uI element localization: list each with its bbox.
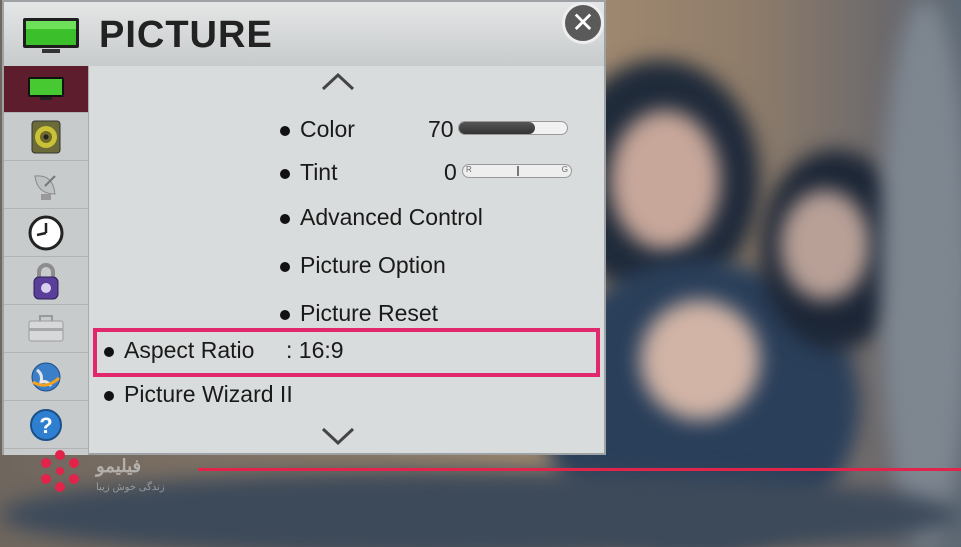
menu-item-advanced-control[interactable]: Advanced Control [280, 204, 483, 231]
menu-item-picture-wizard[interactable]: Picture Wizard II [104, 381, 293, 408]
filimo-logo-icon [41, 450, 79, 492]
tint-slider-marker [517, 166, 519, 176]
color-value: 70 [428, 116, 454, 142]
chevron-down-icon[interactable] [320, 426, 356, 448]
color-slider[interactable] [458, 121, 568, 135]
sidebar-item-lock[interactable] [4, 258, 88, 305]
speaker-icon [31, 120, 61, 154]
category-sidebar: ? [4, 66, 89, 455]
tv-icon [23, 18, 79, 53]
satellite-dish-icon [34, 175, 56, 200]
watermark-tagline: زندگی خوش زیبا [96, 482, 165, 493]
tint-slider[interactable]: R G [462, 164, 572, 178]
svg-text:?: ? [39, 413, 52, 438]
menu-item-picture-option[interactable]: Picture Option [280, 252, 446, 279]
sidebar-item-channel[interactable] [4, 162, 88, 209]
tint-value: 0 [444, 159, 457, 185]
tint-red-label: R [466, 165, 472, 174]
aspect-ratio-value: : 16:9 [286, 337, 344, 363]
close-button[interactable]: ✕ [562, 2, 604, 44]
sidebar-item-network[interactable] [4, 354, 88, 401]
sidebar-item-time[interactable] [4, 210, 88, 257]
menu-header: PICTURE ✕ [4, 2, 604, 66]
tv-icon [28, 77, 64, 100]
sidebar-item-option[interactable] [4, 306, 88, 353]
page-title: PICTURE [99, 14, 273, 56]
picture-menu-panel: PICTURE ✕ ? Color 70 Tint 0 R G Advanced… [2, 0, 606, 455]
menu-content: Color 70 Tint 0 R G Advanced Control Pic… [90, 66, 604, 455]
globe-icon [31, 362, 61, 392]
sidebar-item-picture[interactable] [4, 66, 88, 113]
sidebar-item-support[interactable]: ? [4, 402, 88, 449]
menu-item-picture-reset[interactable]: Picture Reset [280, 300, 438, 327]
menu-item-color[interactable]: Color [280, 116, 355, 143]
clock-icon [28, 215, 64, 251]
question-icon: ? [30, 409, 62, 441]
accent-line [198, 468, 961, 471]
padlock-icon [33, 263, 59, 300]
watermark-name: فیلیمو [96, 456, 142, 476]
chevron-up-icon[interactable] [320, 70, 356, 92]
sidebar-item-audio[interactable] [4, 114, 88, 161]
tint-green-label: G [561, 165, 568, 174]
color-slider-fill [459, 122, 535, 134]
toolbox-icon [28, 315, 64, 342]
menu-item-aspect-ratio[interactable]: Aspect Ratio [104, 337, 254, 364]
menu-item-tint[interactable]: Tint [280, 159, 338, 186]
